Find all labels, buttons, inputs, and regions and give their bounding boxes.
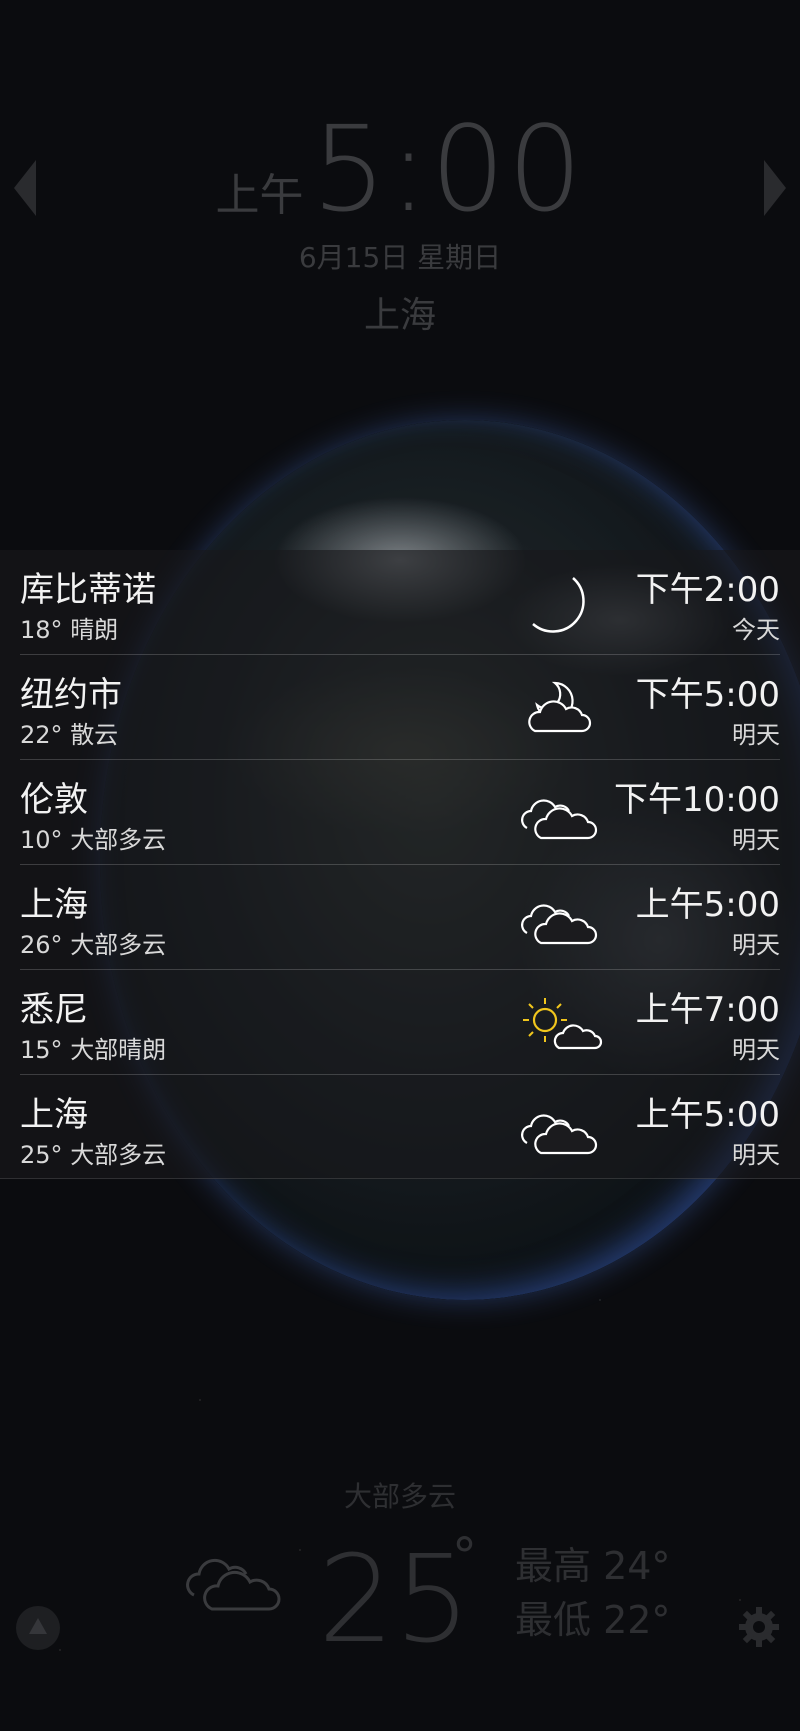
- local-day: 今天: [732, 616, 780, 644]
- city-condition: 18° 晴朗: [20, 616, 119, 644]
- local-day: 明天: [732, 721, 780, 749]
- clock-date: 6月15日 星期日: [298, 241, 502, 274]
- local-time: 下午2:00: [635, 570, 780, 610]
- city-row[interactable]: 伦敦 10° 大部多云 下午10:00 明天: [20, 760, 780, 865]
- degree-symbol: °: [452, 1527, 477, 1585]
- city-row[interactable]: 库比蒂诺 18° 晴朗 下午2:00 今天: [20, 550, 780, 655]
- current-weather: 大部多云 25 ° 最高 24° 最低 22°: [0, 1475, 800, 1670]
- world-weather-list: 库比蒂诺 18° 晴朗 下午2:00 今天 纽约市 22° 散云 下午5:00 …: [0, 550, 800, 1179]
- low-temperature: 最低 22°: [515, 1598, 671, 1642]
- clouds-icon: [521, 1114, 598, 1155]
- local-time: 上午7:00: [635, 990, 780, 1030]
- local-time: 上午5:00: [635, 1095, 780, 1135]
- local-day: 明天: [732, 1036, 780, 1064]
- sun-cloud-icon: [523, 998, 603, 1050]
- city-condition: 25° 大部多云: [20, 1141, 167, 1169]
- city-name: 上海: [20, 1095, 88, 1135]
- city-name: 上海: [20, 885, 88, 925]
- local-time: 上午5:00: [635, 885, 780, 925]
- clouds-icon: [521, 799, 598, 840]
- current-condition: 大部多云: [343, 1480, 456, 1513]
- city-name: 纽约市: [20, 675, 122, 715]
- moon-icon: [532, 577, 585, 633]
- clock-ampm: 上午: [215, 170, 304, 221]
- clock-header: 上午 5:00 6月15日 星期日 上海: [0, 110, 800, 338]
- clock-city: 上海: [363, 295, 436, 336]
- city-name: 伦敦: [20, 780, 88, 820]
- city-row[interactable]: 上海 25° 大部多云 上午5:00 明天: [20, 1075, 780, 1179]
- city-condition: 26° 大部多云: [20, 931, 167, 959]
- city-row[interactable]: 纽约市 22° 散云 下午5:00 明天: [20, 655, 780, 760]
- city-name: 库比蒂诺: [20, 570, 156, 610]
- city-row[interactable]: 悉尼 15° 大部晴朗 上午7:00 明天: [20, 970, 780, 1075]
- current-clouds-icon: [186, 1558, 281, 1611]
- clouds-icon: [521, 904, 598, 945]
- city-row[interactable]: 上海 26° 大部多云 上午5:00 明天: [20, 865, 780, 970]
- city-condition: 10° 大部多云: [20, 826, 167, 854]
- city-condition: 15° 大部晴朗: [20, 1036, 167, 1064]
- local-day: 明天: [732, 826, 780, 854]
- high-temperature: 最高 24°: [515, 1544, 671, 1588]
- local-time: 下午10:00: [614, 780, 780, 820]
- city-condition: 22° 散云: [20, 721, 119, 749]
- current-temperature: 25: [318, 1531, 471, 1670]
- clock-time: 5:00: [311, 100, 585, 238]
- moon-cloud-icon: [528, 681, 592, 733]
- expand-up-icon[interactable]: [16, 1606, 60, 1650]
- local-day: 明天: [732, 1141, 780, 1169]
- local-day: 明天: [732, 931, 780, 959]
- gear-icon[interactable]: [736, 1604, 782, 1650]
- city-name: 悉尼: [20, 990, 88, 1030]
- local-time: 下午5:00: [635, 675, 780, 715]
